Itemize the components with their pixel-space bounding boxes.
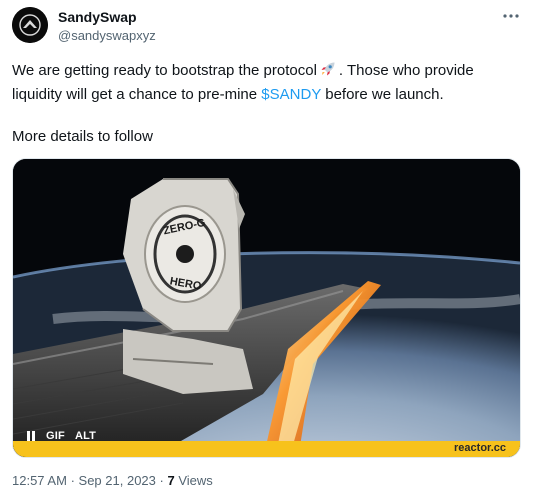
tweet-card: SandySwap @sandyswapxyz We are getting r… bbox=[0, 0, 534, 496]
gif-media[interactable]: ZERO-G HERO GIF ALT reactor.cc bbox=[12, 158, 521, 458]
tweet-line: More details to follow bbox=[12, 128, 153, 145]
rocket-emoji-icon bbox=[319, 60, 337, 84]
watermark-text: reactor.cc bbox=[454, 442, 506, 454]
rocket-emblem-icon bbox=[12, 7, 48, 43]
tweet-meta: 12:57 AM · Sep 21, 2023 · 7 Views bbox=[12, 473, 213, 488]
cashtag-link[interactable]: $SANDY bbox=[261, 86, 321, 103]
views-label: Views bbox=[178, 473, 213, 488]
tweet-time[interactable]: 12:57 AM bbox=[12, 473, 67, 488]
account-name[interactable]: SandySwap bbox=[58, 9, 137, 25]
watermark-bar: reactor.cc bbox=[13, 441, 520, 457]
views-count: 7 bbox=[167, 473, 175, 488]
tweet-text-segment: before we launch. bbox=[321, 86, 444, 103]
account-handle[interactable]: @sandyswapxyz bbox=[58, 28, 156, 43]
tweet-text: We are getting ready to bootstrap the pr… bbox=[12, 60, 522, 147]
avatar[interactable] bbox=[12, 7, 48, 43]
tweet-line: We are getting ready to bootstrap the pr… bbox=[12, 60, 522, 84]
more-button[interactable] bbox=[499, 4, 523, 28]
astronaut-scene-image: ZERO-G HERO bbox=[13, 159, 520, 457]
tweet-line: liquidity will get a chance to pre-mine … bbox=[12, 84, 522, 105]
pause-icon[interactable] bbox=[27, 431, 37, 441]
tweet-text-segment: . Those who provide bbox=[338, 62, 474, 79]
tweet-text-segment: liquidity will get a chance to pre-mine bbox=[12, 86, 262, 103]
tweet-text-segment: We are getting ready to bootstrap the pr… bbox=[12, 62, 317, 79]
meta-separator: · bbox=[159, 473, 164, 488]
more-dots-icon bbox=[503, 14, 519, 18]
meta-separator: · bbox=[70, 473, 75, 488]
tweet-date[interactable]: Sep 21, 2023 bbox=[79, 473, 156, 488]
